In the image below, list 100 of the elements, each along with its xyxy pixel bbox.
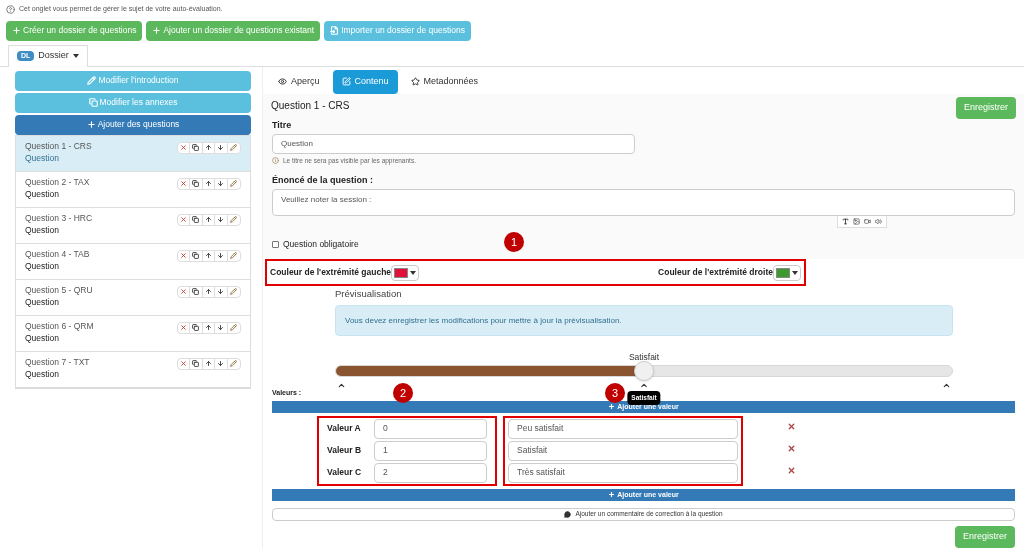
help-icon [6,4,15,14]
duplicate-button[interactable] [190,322,203,333]
question-type: Question [25,296,61,309]
field-label: Énoncé de la question : [272,173,374,187]
video-icon[interactable] [864,218,871,226]
move-down-button[interactable] [215,142,228,153]
arrow-down-icon [217,144,225,151]
arrow-up-icon [204,216,212,223]
arrow-up-icon [204,288,212,295]
annotation-badge: 2 [393,383,413,404]
question-title: Question 1 - CRS [25,139,92,153]
caret-icon [792,270,798,275]
move-down-button[interactable] [215,178,228,189]
pencil-icon [87,76,97,85]
value-text-field[interactable]: Très satisfait [508,462,738,483]
arrow-down-icon [217,252,225,259]
info-icon [272,157,279,165]
close-icon [179,360,187,367]
color-label: Couleur de l'extrémité gauche [270,266,392,279]
duplicate-button[interactable] [190,214,203,225]
value-text-field[interactable]: Peu satisfait [508,418,738,439]
image-icon[interactable] [853,218,860,226]
move-down-button[interactable] [215,250,228,261]
content-tab[interactable]: Aperçu [269,69,329,94]
statement-field[interactable]: Veuillez noter la session : [272,189,1015,217]
question-type: Question [25,332,61,345]
pencil-icon [230,216,238,223]
close-icon [179,144,187,151]
copy-icon [192,360,200,367]
arrow-down-icon [217,360,225,367]
move-down-button[interactable] [215,286,228,297]
copy-icon [192,252,200,259]
caret-icon [72,54,79,58]
preview-label: Prévisualisation [335,287,403,301]
move-down-button[interactable] [215,358,228,369]
duplicate-button[interactable] [190,142,203,153]
close-icon [787,466,796,476]
text-icon[interactable] [842,218,849,226]
question-type: Question [25,260,61,273]
question-type: Question [25,188,61,201]
value-label: Valeur A [327,422,361,436]
comment-icon [564,510,572,518]
plus-icon [12,26,21,35]
pencil-icon [230,360,238,367]
duplicate-button[interactable] [190,178,203,189]
audio-icon[interactable] [875,218,882,226]
annotation-badge: 3 [605,383,625,404]
question-type: Question [25,368,61,381]
close-icon [179,324,187,331]
sidebar-button[interactable]: Ajouter des questions [15,114,251,135]
title-field[interactable]: Question [272,134,635,154]
arrow-down-icon [217,324,225,331]
arrow-up-icon [204,252,212,259]
edit-icon [341,77,351,86]
arrow-down-icon [217,216,225,223]
value-text-field[interactable]: Satisfait [508,440,738,461]
duplicate-button[interactable] [190,358,203,369]
question-item[interactable]: Question 1 - CRS Question [16,135,250,172]
move-down-button[interactable] [215,214,228,225]
duplicate-button[interactable] [190,250,203,261]
plus-icon [608,491,616,499]
question-title: Question 6 - QRM [25,319,94,333]
copy-icon [192,180,200,187]
color-label: Couleur de l'extrémité droite [658,266,773,279]
question-title: Question 2 - TAX [25,175,90,189]
copy-icon [192,216,200,223]
move-down-button[interactable] [215,322,228,333]
pencil-icon [230,324,238,331]
arrow-up-icon [204,180,212,187]
question-title: Question 3 - HRC [25,211,93,225]
slider-thumb[interactable] [634,361,654,382]
color-picker[interactable] [773,264,801,281]
slider-track[interactable] [335,365,953,378]
duplicate-button[interactable] [190,286,203,297]
value-label: Valeur B [327,444,362,458]
arrow-down-icon [217,288,225,295]
close-icon [179,180,187,187]
required-checkbox[interactable] [272,241,279,249]
question-title: Question 4 - TAB [25,247,90,261]
arrow-down-icon [217,180,225,187]
arrow-up-icon [204,360,212,367]
content-tab[interactable]: Metadonnées [401,69,488,94]
color-picker[interactable] [391,264,420,281]
arrow-up-icon [204,144,212,151]
plus-icon [86,120,96,129]
copy-icon [192,144,200,151]
value-field[interactable]: 2 [374,462,487,483]
pencil-icon [230,144,238,151]
preview-notice: Vous devez enregistrer les modifications pour mettre à jour la prévisualisation. [335,305,953,337]
star-icon [410,77,420,86]
file-import-icon [330,26,340,35]
value-field[interactable]: 0 [374,418,487,439]
question-type: Question [25,152,61,165]
value-field[interactable]: 1 [374,440,487,461]
pencil-icon [230,180,238,187]
close-icon [179,288,187,295]
copy-icon [192,324,200,331]
plus-icon [608,403,616,411]
question-title: Question 5 - QRU [25,283,93,297]
copy-icon [192,288,200,295]
